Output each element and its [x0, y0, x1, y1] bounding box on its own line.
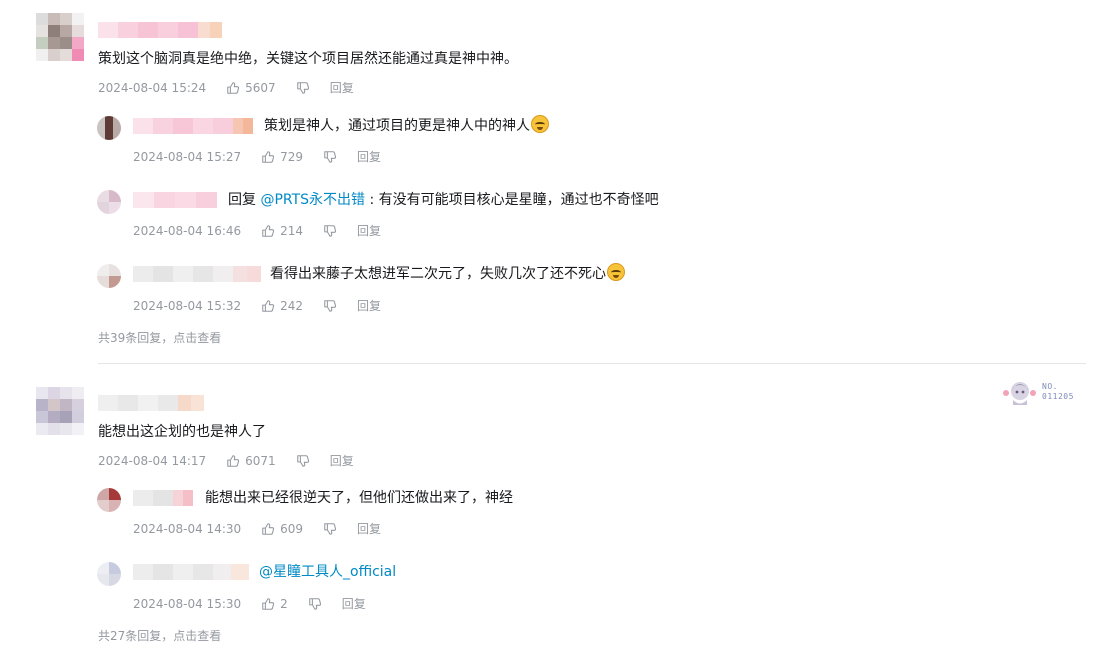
- badge-no-label: NO.: [1042, 382, 1058, 391]
- thumbs-up-icon: [227, 455, 240, 467]
- thumbs-up-icon: [227, 82, 240, 94]
- like-count: 214: [280, 224, 304, 238]
- reply-time: 2024-08-04 14:30: [133, 522, 242, 536]
- reply-button[interactable]: 回复: [330, 453, 354, 469]
- avatar[interactable]: [97, 116, 121, 140]
- view-more-replies: 共39条回复，点击查看: [98, 329, 221, 346]
- reply-text: 看得出来藤子太想进军二次元了，失败几次了还不死心: [270, 263, 625, 284]
- reply-button[interactable]: 回复: [330, 80, 354, 96]
- like-button[interactable]: 729: [261, 149, 303, 165]
- like-count: 2: [280, 597, 288, 611]
- thumbs-up-icon: [262, 523, 275, 535]
- dislike-button[interactable]: [323, 224, 337, 238]
- reply-meta: 2024-08-04 15:27 729 回复: [133, 149, 381, 165]
- username[interactable]: [98, 395, 204, 411]
- reply-button[interactable]: 回复: [357, 521, 381, 537]
- thumbs-down-icon: [309, 598, 321, 610]
- username[interactable]: [98, 22, 224, 38]
- like-button[interactable]: 6071: [226, 453, 276, 469]
- like-count: 729: [280, 150, 304, 164]
- thumbs-down-icon: [324, 225, 337, 237]
- comment-time: 2024-08-04 15:24: [98, 81, 207, 95]
- badge-number-value: 011205: [1042, 392, 1074, 401]
- view-more-link[interactable]: 点击查看: [173, 331, 221, 345]
- like-count: 5607: [245, 81, 276, 95]
- like-count: 6071: [245, 454, 276, 468]
- like-button[interactable]: 2: [261, 596, 288, 612]
- reply-text: 能想出来已经很逆天了，但他们还做出来了，神经: [205, 490, 513, 506]
- reply-text: @星瞳工具人_official: [259, 562, 396, 582]
- comment-text: 能想出这企划的也是神人了: [98, 424, 266, 440]
- reply-text-content: : 有没有可能项目核心是星瞳，通过也不奇怪吧: [365, 192, 659, 208]
- thumbs-up-icon: [262, 225, 275, 237]
- username[interactable]: [133, 490, 193, 506]
- like-button[interactable]: 214: [261, 223, 303, 239]
- reply-text-content: 看得出来藤子太想进军二次元了，失败几次了还不死心: [270, 266, 606, 282]
- avatar[interactable]: [36, 387, 84, 435]
- badge-number: NO. 011205: [1042, 382, 1074, 402]
- thumbs-up-icon: [262, 300, 275, 312]
- reply-count-text: 共39条回复，: [98, 331, 174, 345]
- dislike-button[interactable]: [323, 522, 337, 536]
- user-mention-link[interactable]: @星瞳工具人_official: [259, 564, 396, 580]
- dislike-button[interactable]: [296, 81, 310, 95]
- comment-meta: 2024-08-04 15:24 5607 回复: [98, 80, 354, 96]
- reply-count-text: 共27条回复，: [98, 629, 174, 643]
- comment-meta: 2024-08-04 14:17 6071 回复: [98, 453, 354, 469]
- view-more-link[interactable]: 点击查看: [173, 629, 221, 643]
- reply-text: 回复 @PRTS永不出错 : 有没有可能项目核心是星瞳，通过也不奇怪吧: [228, 190, 659, 210]
- reply-time: 2024-08-04 15:27: [133, 150, 242, 164]
- avatar[interactable]: [97, 488, 121, 512]
- reply-button[interactable]: 回复: [357, 149, 381, 165]
- comment-time: 2024-08-04 14:17: [98, 454, 207, 468]
- reply-time: 2024-08-04 15:30: [133, 597, 242, 611]
- thumbs-down-icon: [324, 151, 337, 163]
- dislike-button[interactable]: [308, 597, 322, 611]
- username[interactable]: [133, 118, 253, 134]
- avatar[interactable]: [97, 562, 121, 586]
- like-button[interactable]: 609: [261, 521, 303, 537]
- fan-badge: NO. 011205: [1000, 377, 1090, 409]
- thumbs-up-icon: [262, 598, 275, 610]
- reply-text: 策划是神人，通过项目的更是神人中的神人: [264, 115, 549, 136]
- reply-button[interactable]: 回复: [357, 223, 381, 239]
- thumbs-down-icon: [296, 455, 309, 467]
- reply-time: 2024-08-04 16:46: [133, 224, 242, 238]
- thumbs-down-icon: [296, 82, 309, 94]
- reply-time: 2024-08-04 15:32: [133, 299, 242, 313]
- character-badge-icon: [1003, 382, 1036, 405]
- avatar[interactable]: [97, 264, 121, 288]
- like-count: 609: [280, 522, 304, 536]
- username[interactable]: [133, 266, 261, 282]
- reply-prefix: 回复: [228, 192, 261, 208]
- dislike-button[interactable]: [323, 299, 337, 313]
- user-mention-link[interactable]: @PRTS永不出错: [260, 192, 365, 208]
- thumbs-down-icon: [324, 523, 337, 535]
- reply-meta: 2024-08-04 16:46 214 回复: [133, 223, 381, 239]
- reply-text-content: 策划是神人，通过项目的更是神人中的神人: [264, 118, 530, 134]
- avatar[interactable]: [97, 190, 121, 214]
- like-button[interactable]: 5607: [226, 80, 276, 96]
- view-more-replies: 共27条回复，点击查看: [98, 627, 221, 644]
- dislike-button[interactable]: [296, 454, 310, 468]
- like-button[interactable]: 242: [261, 298, 303, 314]
- laugh-emoji-icon: [531, 115, 549, 133]
- reply-button[interactable]: 回复: [357, 298, 381, 314]
- dislike-button[interactable]: [323, 150, 337, 164]
- avatar[interactable]: [36, 13, 84, 61]
- laugh-emoji-icon: [607, 263, 625, 281]
- divider: [98, 363, 1086, 364]
- like-count: 242: [280, 299, 304, 313]
- username[interactable]: [133, 564, 249, 580]
- reply-button[interactable]: 回复: [342, 596, 366, 612]
- thumbs-down-icon: [324, 300, 337, 312]
- thumbs-up-icon: [262, 151, 275, 163]
- reply-meta: 2024-08-04 14:30 609 回复: [133, 521, 381, 537]
- username[interactable]: [133, 192, 217, 208]
- reply-meta: 2024-08-04 15:32 242 回复: [133, 298, 381, 314]
- comment-text: 策划这个脑洞真是绝中绝，关键这个项目居然还能通过真是神中神。: [98, 51, 518, 67]
- reply-meta: 2024-08-04 15:30 2 回复: [133, 596, 366, 612]
